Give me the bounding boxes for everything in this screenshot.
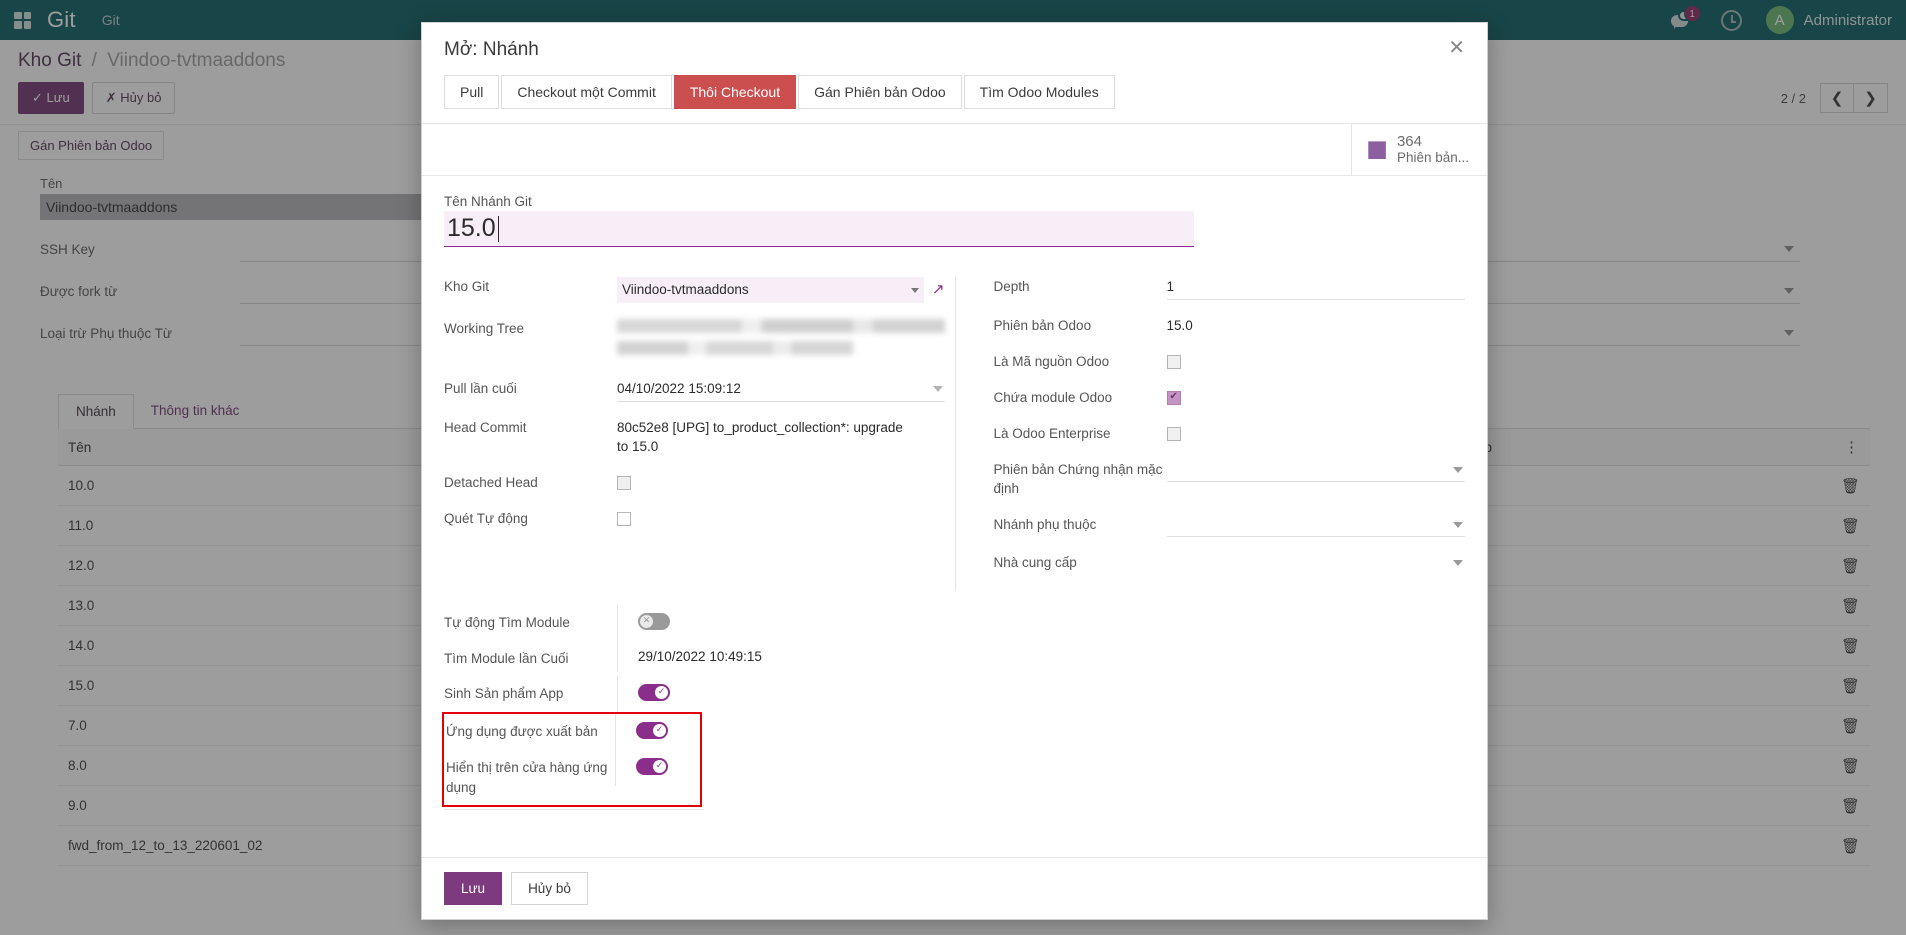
field-label: Nhánh phụ thuộc: [994, 515, 1167, 535]
field-pull-lan-cuoi: Pull lần cuối 04/10/2022 15:09:12: [444, 379, 945, 402]
field-kho-git: Kho Git Viindoo-tvtmaaddons ↗: [444, 277, 945, 303]
phien-ban-chung-nhan-dropdown[interactable]: [1167, 460, 1466, 482]
dialog-footer: Lưu Hủy bỏ: [422, 857, 1487, 919]
dialog-stat-row: ■ 364 Phiên bản...: [422, 123, 1487, 176]
field-label: Nhà cung cấp: [994, 553, 1167, 573]
field-la-ma-nguon-odoo: Là Mã nguồn Odoo: [994, 352, 1466, 372]
field-label: Chứa module Odoo: [994, 388, 1167, 408]
chua-module-odoo-checkbox[interactable]: [1167, 391, 1181, 405]
hien-thi-tren-cua-hang-toggle[interactable]: ✓: [636, 758, 668, 775]
dialog-lower-fields: Tự động Tìm Module ✕ Tìm Module lần Cuối…: [444, 605, 1465, 811]
tab-thoi-checkout[interactable]: Thôi Checkout: [674, 75, 796, 109]
stat-button-phien-ban[interactable]: ■ 364 Phiên bản...: [1351, 124, 1487, 175]
depth-value[interactable]: 1: [1167, 277, 1466, 300]
dialog-header: Mở: Nhánh ✕: [422, 23, 1487, 75]
open-branch-dialog: Mở: Nhánh ✕ Pull Checkout một Commit Thô…: [421, 22, 1488, 920]
field-phien-ban-chung-nhan-mac-dinh: Phiên bản Chứng nhận mặc định: [994, 460, 1466, 499]
la-odoo-enterprise-checkbox[interactable]: [1167, 427, 1181, 441]
stat-button-count: 364: [1397, 133, 1469, 150]
field-label: Sinh Sản phẩm App: [444, 676, 617, 712]
cubes-icon: ■: [1366, 138, 1388, 161]
head-commit-value: 80c52e8 [UPG] to_product_collection*: up…: [617, 418, 917, 457]
nha-cung-cap-dropdown[interactable]: [1167, 553, 1466, 575]
field-tu-dong-tim-module: Tự động Tìm Module ✕: [444, 605, 1465, 641]
field-hien-thi-tren-cua-hang-ung-dung: Hiển thị trên cửa hàng ứng dụng ✓: [444, 750, 700, 805]
field-label: Working Tree: [444, 319, 617, 339]
field-phien-ban-odoo: Phiên bản Odoo 15.0: [994, 316, 1466, 336]
phien-ban-odoo-value: 15.0: [1167, 316, 1466, 336]
dialog-right-column: Depth 1 Phiên bản Odoo 15.0 Là Mã nguồn …: [955, 277, 1466, 591]
field-working-tree: Working Tree: [444, 319, 945, 363]
tab-pull[interactable]: Pull: [444, 75, 499, 109]
dialog-save-button[interactable]: Lưu: [444, 872, 502, 905]
field-label: Hiển thị trên cửa hàng ứng dụng: [444, 750, 615, 805]
dialog-cancel-button[interactable]: Hủy bỏ: [511, 872, 588, 905]
field-head-commit: Head Commit 80c52e8 [UPG] to_product_col…: [444, 418, 945, 457]
dialog-title: Mở: Nhánh: [444, 39, 539, 61]
field-label: Quét Tự động: [444, 509, 617, 529]
dialog-field-grid: Kho Git Viindoo-tvtmaaddons ↗ Working Tr…: [444, 277, 1465, 591]
nhanh-phu-thuoc-dropdown[interactable]: [1167, 515, 1466, 537]
tab-gan-phien-ban-odoo[interactable]: Gán Phiên bản Odoo: [798, 75, 962, 109]
field-label: Detached Head: [444, 473, 617, 493]
redacted-line: [617, 341, 853, 355]
stat-button-caption: Phiên bản...: [1397, 150, 1469, 166]
dialog-body: Tên Nhánh Git 15.0 Kho Git Viindoo-tvtma…: [422, 176, 1487, 857]
dialog-action-tabs: Pull Checkout một Commit Thôi Checkout G…: [422, 75, 1487, 109]
branch-name-input[interactable]: 15.0: [444, 211, 1194, 247]
redacted-line: [617, 319, 945, 333]
field-depth: Depth 1: [994, 277, 1466, 300]
working-tree-value: [617, 319, 945, 363]
branch-name-label: Tên Nhánh Git: [444, 194, 1465, 209]
external-link-icon[interactable]: ↗: [932, 279, 945, 301]
close-icon[interactable]: ✕: [1448, 39, 1465, 55]
field-ung-dung-duoc-xuat-ban: Ứng dụng được xuất bản ✓: [444, 714, 700, 750]
field-label: Kho Git: [444, 277, 617, 297]
field-nhanh-phu-thuoc: Nhánh phụ thuộc: [994, 515, 1466, 537]
tab-checkout-mot-commit[interactable]: Checkout một Commit: [501, 75, 671, 109]
kho-git-select[interactable]: Viindoo-tvtmaaddons: [617, 277, 924, 303]
pull-lan-cuoi-value[interactable]: 04/10/2022 15:09:12: [617, 381, 741, 396]
text-cursor: [498, 216, 500, 242]
field-label: Head Commit: [444, 418, 617, 438]
branch-name-value: 15.0: [447, 214, 496, 243]
sinh-san-pham-app-toggle[interactable]: ✓: [638, 684, 670, 701]
field-sinh-san-pham-app: Sinh Sản phẩm App ✓: [444, 676, 1465, 712]
field-tim-module-lan-cuoi: Tìm Module lần Cuối 29/10/2022 10:49:15: [444, 641, 1465, 677]
field-label: Pull lần cuối: [444, 379, 617, 399]
field-label: Depth: [994, 277, 1167, 297]
tab-tim-odoo-modules[interactable]: Tìm Odoo Modules: [964, 75, 1115, 109]
field-label: Là Odoo Enterprise: [994, 424, 1167, 444]
field-label: Tìm Module lần Cuối: [444, 641, 617, 677]
field-la-odoo-enterprise: Là Odoo Enterprise: [994, 424, 1466, 444]
tim-module-lan-cuoi-value: 29/10/2022 10:49:15: [617, 641, 1465, 672]
detached-head-checkbox[interactable]: [617, 476, 631, 490]
field-label: Phiên bản Odoo: [994, 316, 1167, 336]
field-label: Là Mã nguồn Odoo: [994, 352, 1167, 372]
field-label: Phiên bản Chứng nhận mặc định: [994, 460, 1167, 499]
ung-dung-duoc-xuat-ban-toggle[interactable]: ✓: [636, 722, 668, 739]
dialog-left-column: Kho Git Viindoo-tvtmaaddons ↗ Working Tr…: [444, 277, 955, 591]
field-nha-cung-cap: Nhà cung cấp: [994, 553, 1466, 575]
chevron-down-icon: [933, 386, 943, 392]
quet-tu-dong-checkbox[interactable]: [617, 512, 631, 526]
divider: [444, 809, 704, 810]
field-chua-module-odoo: Chứa module Odoo: [994, 388, 1466, 408]
highlight-annotation-box: Ứng dụng được xuất bản ✓ Hiển thị trên c…: [442, 712, 702, 807]
field-label: Ứng dụng được xuất bản: [444, 714, 615, 750]
la-ma-nguon-odoo-checkbox[interactable]: [1167, 355, 1181, 369]
field-detached-head: Detached Head: [444, 473, 945, 493]
tu-dong-tim-module-toggle[interactable]: ✕: [638, 613, 670, 630]
field-quet-tu-dong: Quét Tự động: [444, 509, 945, 529]
field-label: Tự động Tìm Module: [444, 605, 617, 641]
